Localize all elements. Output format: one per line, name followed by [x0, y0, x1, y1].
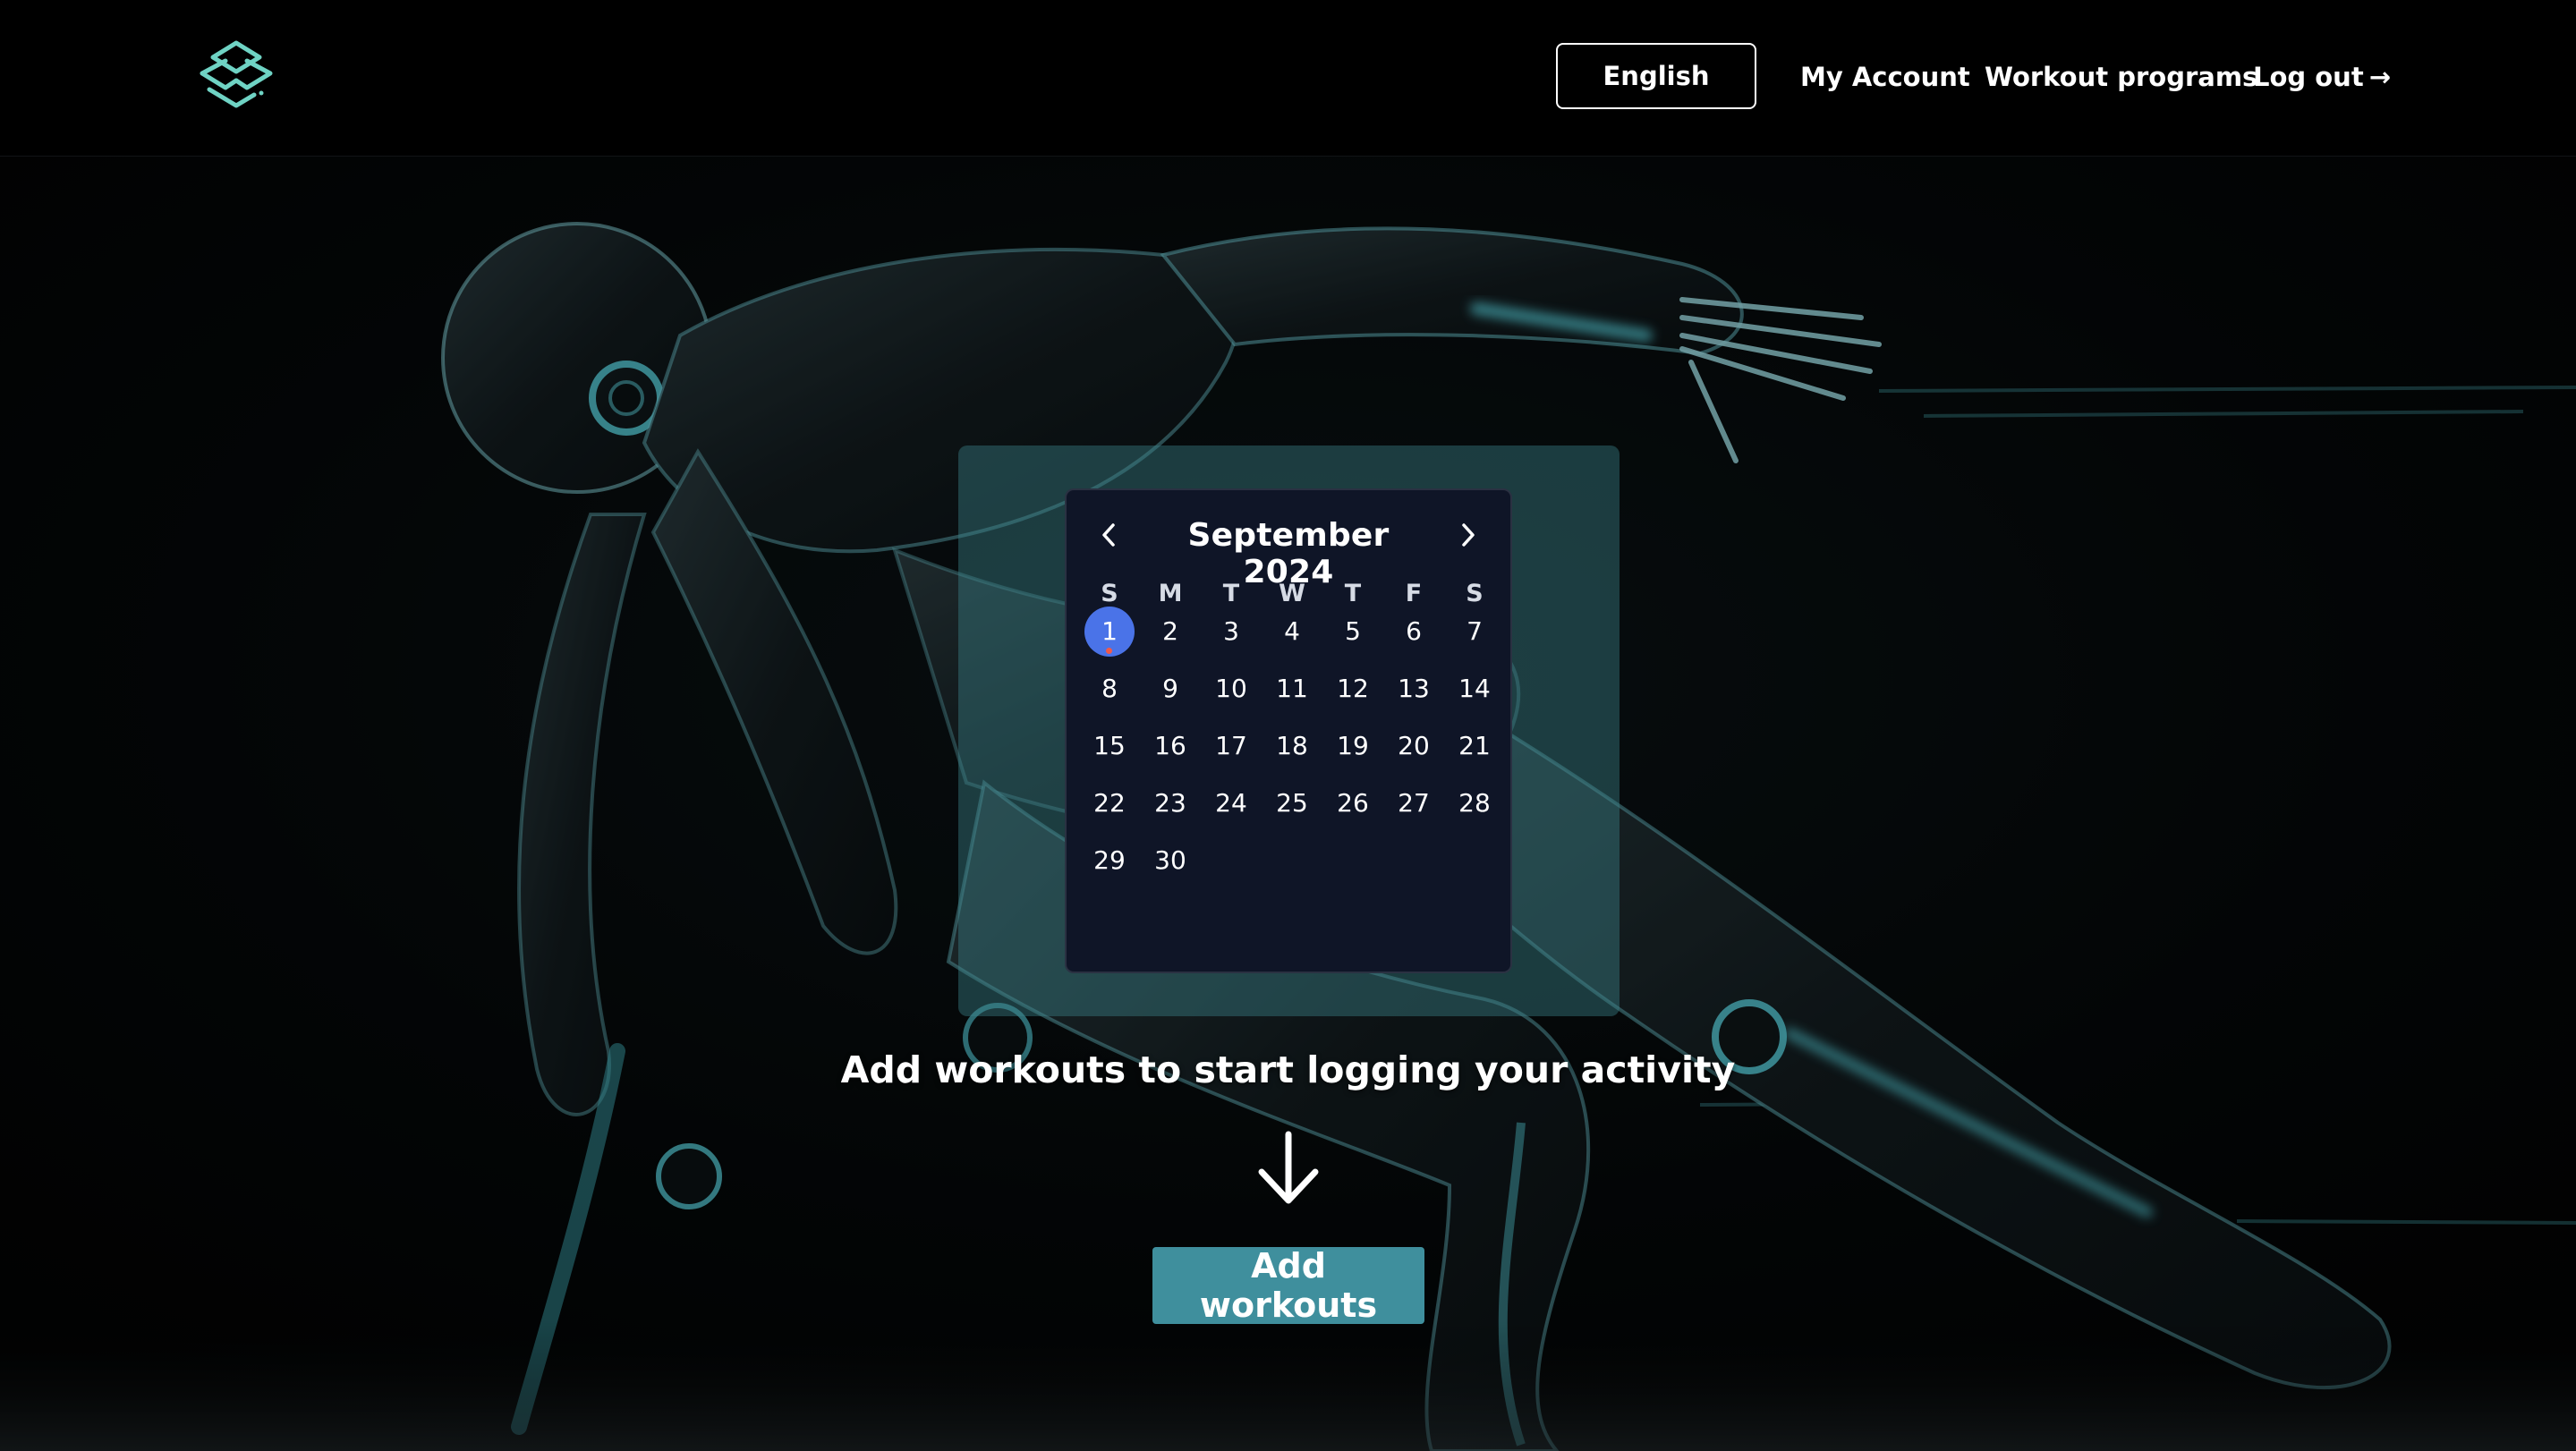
- calendar-day[interactable]: 11: [1267, 664, 1317, 714]
- calendar-day[interactable]: 24: [1206, 778, 1256, 828]
- calendar-day[interactable]: 4: [1267, 607, 1317, 657]
- workout-dashboard-page: English My Account Workout programs Log …: [0, 0, 2576, 1451]
- top-header: English My Account Workout programs Log …: [0, 0, 2576, 157]
- calendar-day[interactable]: 12: [1328, 664, 1378, 714]
- calendar-day[interactable]: 18: [1267, 721, 1317, 771]
- chevron-right-icon: [1462, 523, 1475, 547]
- calendar-day[interactable]: 28: [1450, 778, 1500, 828]
- calendar-day[interactable]: 16: [1145, 721, 1195, 771]
- calendar-day[interactable]: 7: [1450, 607, 1500, 657]
- calendar-day[interactable]: 9: [1145, 664, 1195, 714]
- next-month-button[interactable]: [1448, 515, 1487, 555]
- calendar-day[interactable]: 22: [1084, 778, 1135, 828]
- arrow-down-icon: [1258, 1131, 1319, 1204]
- calendar-day[interactable]: 23: [1145, 778, 1195, 828]
- empty-state-prompt: Add workouts to start logging your activ…: [840, 1048, 1736, 1091]
- calendar-day[interactable]: 30: [1145, 836, 1195, 886]
- weekday-label: W: [1279, 580, 1305, 607]
- calendar-day[interactable]: 17: [1206, 721, 1256, 771]
- nav-log-out-link[interactable]: Log out →: [2253, 59, 2391, 95]
- weekday-label: F: [1405, 580, 1423, 607]
- calendar-day[interactable]: 10: [1206, 664, 1256, 714]
- calendar-day[interactable]: 15: [1084, 721, 1135, 771]
- calendar-day[interactable]: 27: [1389, 778, 1439, 828]
- nav-workout-programs-link[interactable]: Workout programs: [1985, 59, 2257, 95]
- weekday-label: T: [1344, 580, 1362, 607]
- nav-my-account-link[interactable]: My Account: [1800, 59, 1970, 95]
- add-workouts-button[interactable]: Add workouts: [1152, 1246, 1424, 1325]
- calendar-day-selected[interactable]: 1: [1084, 607, 1135, 657]
- calendar-day[interactable]: 25: [1267, 778, 1317, 828]
- weekday-label: M: [1158, 580, 1183, 607]
- language-selector-button[interactable]: English: [1556, 43, 1756, 109]
- calendar-day[interactable]: 21: [1450, 721, 1500, 771]
- arrow-right-icon: →: [2368, 62, 2392, 92]
- calendar-day[interactable]: 20: [1389, 721, 1439, 771]
- calendar-day[interactable]: 3: [1206, 607, 1256, 657]
- calendar-day[interactable]: 5: [1328, 607, 1378, 657]
- calendar-day[interactable]: 29: [1084, 836, 1135, 886]
- calendar-day[interactable]: 26: [1328, 778, 1378, 828]
- today-indicator-dot: [1106, 648, 1112, 654]
- weekday-label: T: [1222, 580, 1240, 607]
- calendar-day[interactable]: 19: [1328, 721, 1378, 771]
- logo-icon[interactable]: [195, 38, 277, 116]
- calendar-day[interactable]: 6: [1389, 607, 1439, 657]
- weekday-label: S: [1466, 580, 1484, 607]
- weekday-label: S: [1101, 580, 1118, 607]
- calendar-day[interactable]: 14: [1450, 664, 1500, 714]
- calendar-day[interactable]: 2: [1145, 607, 1195, 657]
- chevron-left-icon: [1102, 523, 1115, 547]
- calendar-day[interactable]: 8: [1084, 664, 1135, 714]
- log-out-label: Log out: [2253, 62, 2364, 92]
- previous-month-button[interactable]: [1090, 515, 1129, 555]
- month-calendar: September 2024 SMTWTFS 1 2 3 4 5 6 7 8 9 10 11 12 13…: [1065, 488, 1512, 973]
- calendar-day[interactable]: 13: [1389, 664, 1439, 714]
